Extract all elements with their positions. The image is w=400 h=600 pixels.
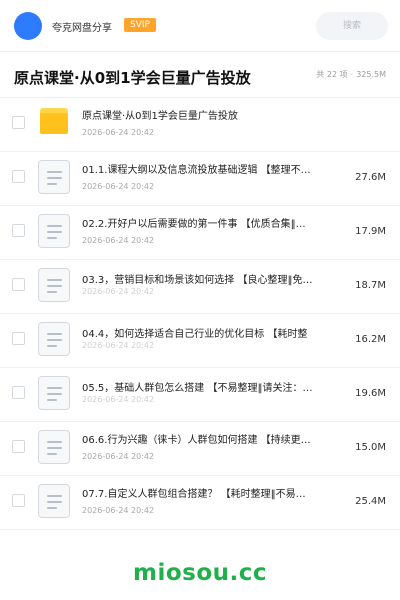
list-item[interactable]: 02.2.开好户以后需要做的第一件事 【优质合集‖… 2026-06-24 20… — [0, 206, 400, 260]
item-count: 共 22 项 — [316, 70, 348, 79]
item-name: 04.4，如何选择适合自己行业的优化目标 【耗时整 — [82, 329, 308, 340]
list-item[interactable]: 06.6.行为兴趣（徕卡）人群包如何搭建 【持续更… 2026-06-24 20… — [0, 422, 400, 476]
share-summary: 共 22 项 · 325.5M — [313, 69, 386, 80]
list-item[interactable]: 2026-06-24 20:42 03.3，营销目标和场景该如何选择 【良心整理… — [0, 260, 400, 314]
svip-badge: SVIP — [124, 18, 156, 32]
item-size: 27.6M — [355, 172, 386, 183]
document-icon — [38, 430, 70, 464]
summary-separator: · — [350, 70, 354, 79]
item-checkbox[interactable] — [12, 440, 25, 453]
item-size: 16.2M — [355, 334, 386, 345]
item-checkbox[interactable] — [12, 332, 25, 345]
item-date: 2026-06-24 20:42 — [82, 506, 155, 515]
item-size: 25.4M — [355, 496, 386, 507]
document-icon — [38, 268, 70, 302]
item-size: 17.9M — [355, 226, 386, 237]
list-item[interactable]: 2026-06-24 20:42 04.4，如何选择适合自己行业的优化目标 【耗… — [0, 314, 400, 368]
item-checkbox[interactable] — [12, 224, 25, 237]
top-bar: 夸克网盘分享 SVIP 搜索 — [0, 0, 400, 52]
item-name: 06.6.行为兴趣（徕卡）人群包如何搭建 【持续更… — [82, 435, 311, 446]
document-icon — [38, 160, 70, 194]
document-icon — [38, 376, 70, 410]
item-name: 07.7.自定义人群包组合搭建？ 【耗时整理‖不易… — [82, 489, 306, 500]
search-input[interactable]: 搜索 — [316, 12, 388, 40]
item-size: 19.6M — [355, 388, 386, 399]
app-name: 夸克网盘分享 — [52, 23, 112, 34]
item-name: 01.1.课程大纲以及信息流投放基础逻辑 【整理不… — [82, 165, 311, 176]
item-size: 15.0M — [355, 442, 386, 453]
list-item[interactable]: 2026-06-24 20:42 05.5，基础人群包怎么搭建 【不易整理‖请关… — [0, 368, 400, 422]
watermark: miosou.cc — [132, 560, 268, 586]
file-list: 原点课堂·从0到1学会巨量广告投放 2026-06-24 20:42 01.1.… — [0, 98, 400, 530]
document-icon — [38, 484, 70, 518]
item-size: 18.7M — [355, 280, 386, 291]
folder-icon — [40, 108, 68, 134]
document-icon — [38, 214, 70, 248]
share-header: 原点课堂·从0到1学会巨量广告投放 共 22 项 · 325.5M — [0, 52, 400, 98]
avatar[interactable] — [14, 12, 42, 40]
item-checkbox[interactable] — [12, 170, 25, 183]
total-size: 325.5M — [356, 70, 386, 79]
document-icon — [38, 322, 70, 356]
list-item[interactable]: 07.7.自定义人群包组合搭建？ 【耗时整理‖不易… 2026-06-24 20… — [0, 476, 400, 530]
item-checkbox[interactable] — [12, 386, 25, 399]
item-date: 2026-06-24 20:42 — [82, 236, 155, 245]
page-title: 原点课堂·从0到1学会巨量广告投放 — [14, 69, 251, 87]
item-date: 2026-06-24 20:42 — [82, 452, 155, 461]
item-checkbox[interactable] — [12, 116, 25, 129]
item-name: 02.2.开好户以后需要做的第一件事 【优质合集‖… — [82, 219, 306, 230]
list-item[interactable]: 原点课堂·从0到1学会巨量广告投放 2026-06-24 20:42 — [0, 98, 400, 152]
item-checkbox[interactable] — [12, 494, 25, 507]
item-name: 原点课堂·从0到1学会巨量广告投放 — [82, 111, 238, 122]
list-item[interactable]: 01.1.课程大纲以及信息流投放基础逻辑 【整理不… 2026-06-24 20… — [0, 152, 400, 206]
item-date: 2026-06-24 20:42 — [82, 182, 155, 191]
item-name: 05.5，基础人群包怎么搭建 【不易整理‖请关注：… — [82, 383, 313, 394]
item-checkbox[interactable] — [12, 278, 25, 291]
item-date: 2026-06-24 20:42 — [82, 128, 155, 137]
item-name: 03.3，营销目标和场景该如何选择 【良心整理‖免… — [82, 275, 313, 286]
